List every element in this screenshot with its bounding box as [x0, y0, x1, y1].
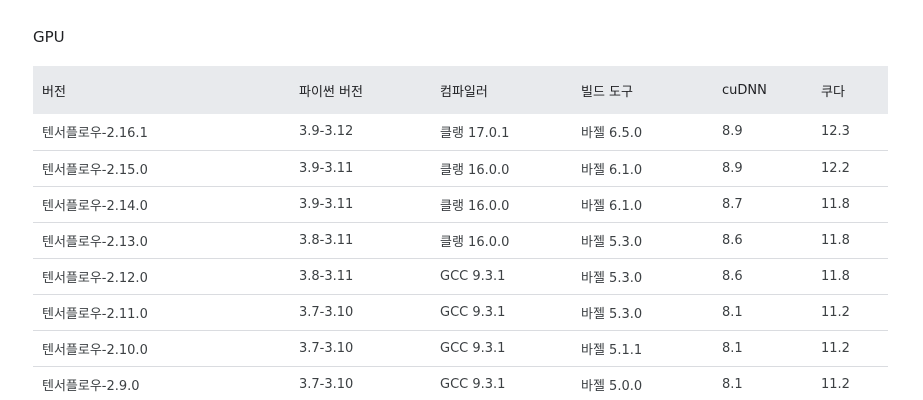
cell-version: 텐서플로우-2.14.0 — [42, 198, 148, 214]
cell-cudnn: 8.9 — [722, 160, 743, 176]
cell-compiler: 클랭 16.0.0 — [440, 234, 510, 250]
cell-build-tool: 바젤 6.5.0 — [581, 126, 643, 142]
cell-cudnn: 8.6 — [722, 268, 743, 284]
column-header-build-tool: 빌드 도구 — [581, 84, 633, 100]
section-heading: GPU — [33, 28, 65, 46]
cell-cuda: 11.2 — [821, 304, 850, 320]
cell-version: 텐서플로우-2.9.0 — [42, 378, 140, 394]
column-header-cuda: 쿠다 — [821, 84, 845, 100]
cell-compiler: 클랭 16.0.0 — [440, 162, 510, 178]
cell-version: 텐서플로우-2.15.0 — [42, 162, 148, 178]
cell-python-version: 3.9-3.12 — [299, 124, 354, 140]
cell-cudnn: 8.1 — [722, 376, 743, 392]
cell-version: 텐서플로우-2.10.0 — [42, 342, 148, 358]
cell-compiler: GCC 9.3.1 — [440, 376, 506, 392]
column-header-python-version: 파이썬 버전 — [299, 84, 363, 100]
table-row: 텐서플로우-2.9.0 3.7-3.10 GCC 9.3.1 바젤 5.0.0 … — [33, 366, 888, 400]
cell-build-tool: 바젤 5.0.0 — [581, 378, 643, 394]
cell-python-version: 3.8-3.11 — [299, 268, 354, 284]
table-row: 텐서플로우-2.15.0 3.9-3.11 클랭 16.0.0 바젤 6.1.0… — [33, 150, 888, 186]
table-header-row: 버전 파이썬 버전 컴파일러 빌드 도구 cuDNN 쿠다 — [33, 66, 888, 114]
cell-cuda: 11.8 — [821, 232, 850, 248]
cell-build-tool: 바젤 5.3.0 — [581, 270, 643, 286]
cell-cuda: 12.3 — [821, 124, 850, 140]
cell-python-version: 3.7-3.10 — [299, 340, 354, 356]
column-header-version: 버전 — [42, 84, 66, 100]
cell-compiler: GCC 9.3.1 — [440, 340, 506, 356]
gpu-build-config-table: 버전 파이썬 버전 컴파일러 빌드 도구 cuDNN 쿠다 텐서플로우-2.16… — [33, 66, 888, 400]
cell-cuda: 11.8 — [821, 268, 850, 284]
cell-compiler: 클랭 16.0.0 — [440, 198, 510, 214]
column-header-compiler: 컴파일러 — [440, 84, 488, 100]
table-row: 텐서플로우-2.11.0 3.7-3.10 GCC 9.3.1 바젤 5.3.0… — [33, 294, 888, 330]
cell-python-version: 3.8-3.11 — [299, 232, 354, 248]
column-header-cudnn: cuDNN — [722, 82, 767, 98]
cell-version: 텐서플로우-2.16.1 — [42, 126, 148, 142]
cell-build-tool: 바젤 5.3.0 — [581, 234, 643, 250]
table-row: 텐서플로우-2.12.0 3.8-3.11 GCC 9.3.1 바젤 5.3.0… — [33, 258, 888, 294]
cell-cudnn: 8.6 — [722, 232, 743, 248]
cell-python-version: 3.7-3.10 — [299, 376, 354, 392]
cell-cudnn: 8.1 — [722, 340, 743, 356]
cell-build-tool: 바젤 6.1.0 — [581, 198, 643, 214]
table-row: 텐서플로우-2.14.0 3.9-3.11 클랭 16.0.0 바젤 6.1.0… — [33, 186, 888, 222]
cell-compiler: GCC 9.3.1 — [440, 304, 506, 320]
cell-cuda: 12.2 — [821, 160, 850, 176]
cell-version: 텐서플로우-2.12.0 — [42, 270, 148, 286]
cell-build-tool: 바젤 6.1.0 — [581, 162, 643, 178]
cell-cuda: 11.8 — [821, 196, 850, 212]
cell-cuda: 11.2 — [821, 340, 850, 356]
page: GPU 버전 파이썬 버전 컴파일러 빌드 도구 cuDNN 쿠다 텐서플로우-… — [0, 0, 923, 400]
cell-version: 텐서플로우-2.11.0 — [42, 306, 148, 322]
cell-compiler: 클랭 17.0.1 — [440, 126, 510, 142]
table-row: 텐서플로우-2.16.1 3.9-3.12 클랭 17.0.1 바젤 6.5.0… — [33, 114, 888, 150]
cell-compiler: GCC 9.3.1 — [440, 268, 506, 284]
cell-version: 텐서플로우-2.13.0 — [42, 234, 148, 250]
cell-build-tool: 바젤 5.3.0 — [581, 306, 643, 322]
cell-cuda: 11.2 — [821, 376, 850, 392]
table-row: 텐서플로우-2.13.0 3.8-3.11 클랭 16.0.0 바젤 5.3.0… — [33, 222, 888, 258]
cell-build-tool: 바젤 5.1.1 — [581, 342, 643, 358]
cell-cudnn: 8.7 — [722, 196, 743, 212]
cell-python-version: 3.9-3.11 — [299, 196, 354, 212]
cell-cudnn: 8.1 — [722, 304, 743, 320]
cell-python-version: 3.9-3.11 — [299, 160, 354, 176]
cell-cudnn: 8.9 — [722, 124, 743, 140]
table-row: 텐서플로우-2.10.0 3.7-3.10 GCC 9.3.1 바젤 5.1.1… — [33, 330, 888, 366]
cell-python-version: 3.7-3.10 — [299, 304, 354, 320]
